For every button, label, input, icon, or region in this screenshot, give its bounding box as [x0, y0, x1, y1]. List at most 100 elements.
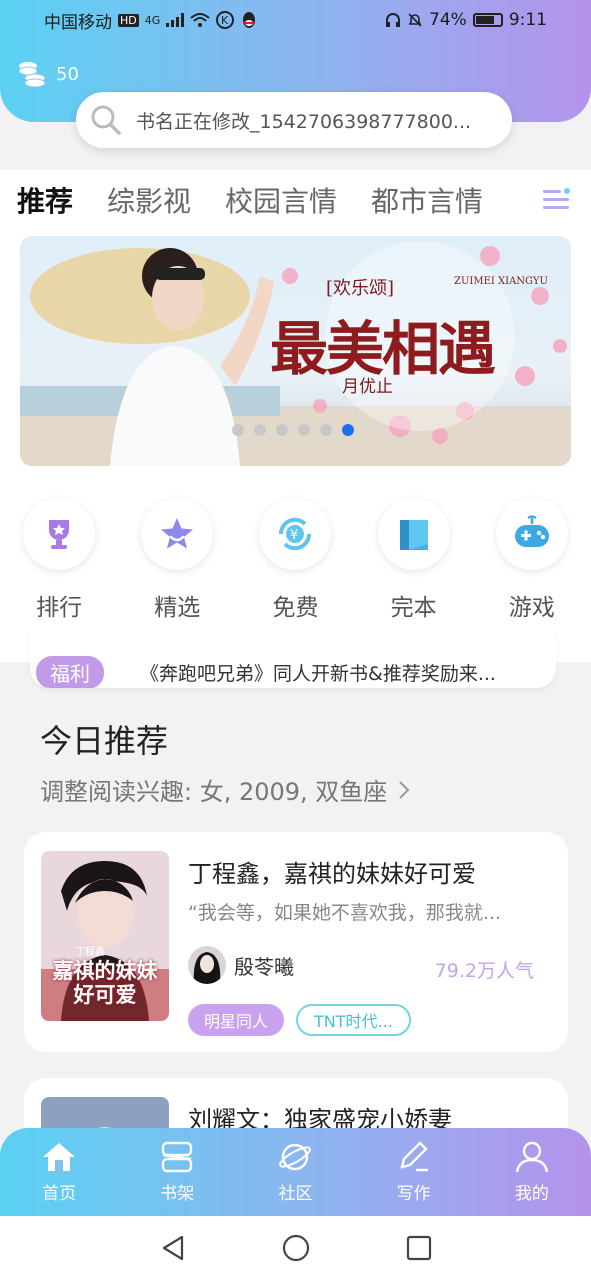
- status-bar: 中国移动 HD 4G K 74% 9:11: [0, 0, 591, 40]
- notice-ticker[interactable]: 福利 福利 《奔跑吧兄弟》同人开新书&推荐奖励来...: [30, 628, 556, 688]
- coin-count: 50: [56, 63, 79, 85]
- tag-tnt[interactable]: TNT时代...: [296, 1004, 411, 1036]
- back-icon[interactable]: [160, 1234, 186, 1262]
- free-icon-circle: ¥: [259, 498, 332, 570]
- nav-profile[interactable]: 我的: [473, 1128, 591, 1216]
- coins-icon: [18, 62, 46, 88]
- notice-tag: 福利: [36, 656, 104, 688]
- avatar: [188, 946, 226, 984]
- book-icon: [399, 520, 428, 550]
- category-featured[interactable]: 精选: [118, 498, 236, 622]
- section-title: 今日推荐: [40, 722, 169, 760]
- author-name: 殷苓曦: [234, 954, 294, 979]
- nav-bookshelf[interactable]: 书架: [118, 1128, 236, 1216]
- home-icon: [43, 1142, 76, 1171]
- free-icon: ¥: [279, 517, 312, 551]
- nav-label: 首页: [42, 1183, 77, 1204]
- nav-label: 我的: [514, 1183, 549, 1204]
- community-icon: [279, 1143, 312, 1170]
- popularity-count: 79.2万人气: [434, 960, 534, 982]
- carousel-indicator: [232, 424, 354, 436]
- home-button-icon[interactable]: [282, 1234, 310, 1262]
- carousel-dot[interactable]: [276, 424, 288, 436]
- bookshelf-icon: [162, 1141, 193, 1172]
- notice-text: 《奔跑吧兄弟》同人开新书&推荐奖励来...: [140, 663, 496, 685]
- search-input[interactable]: 书名正在修改_1542706398777800...: [136, 107, 498, 134]
- ranking-icon-circle: [23, 498, 96, 570]
- notice-row: 福利 《奔跑吧兄弟》同人开新书&推荐奖励来...: [36, 656, 496, 688]
- quick-categories: 排行 精选 ¥ 免费 完本 游戏: [0, 498, 591, 622]
- svg-text:¥: ¥: [290, 528, 298, 543]
- book-card[interactable]: 丁程鑫 嘉祺的妹妹好可爱 丁程鑫，嘉祺的妹妹好可爱 “我会等，如果她不喜欢我，那…: [24, 832, 568, 1052]
- signal-icon: [166, 13, 185, 27]
- headphones-icon: [386, 13, 401, 27]
- nav-label: 写作: [396, 1183, 431, 1204]
- carousel-dot[interactable]: [298, 424, 310, 436]
- hd-badge: HD: [118, 13, 139, 27]
- category-completed[interactable]: 完本: [355, 498, 473, 622]
- carousel-dot-active[interactable]: [342, 424, 354, 436]
- carousel-dot[interactable]: [254, 424, 266, 436]
- cover-author-name: 丁程鑫: [75, 947, 105, 958]
- nav-write[interactable]: 写作: [355, 1128, 473, 1216]
- category-games[interactable]: 游戏: [473, 498, 591, 622]
- author-row[interactable]: 殷苓曦: [188, 946, 294, 984]
- carousel-dot[interactable]: [320, 424, 332, 436]
- battery-icon: [472, 13, 503, 27]
- avatar-image: [188, 946, 226, 984]
- tab-urban-romance[interactable]: 都市言情: [371, 180, 483, 220]
- category-label: 完本: [390, 595, 437, 621]
- system-navigation: [0, 1216, 591, 1280]
- trophy-icon: [49, 520, 70, 549]
- tab-campus-romance[interactable]: 校园言情: [225, 180, 337, 220]
- tab-recommend[interactable]: 推荐: [17, 180, 73, 236]
- notice-row-prev: 福利: [36, 628, 104, 647]
- search-bar[interactable]: 书名正在修改_1542706398777800...: [76, 92, 512, 148]
- nav-label: 书架: [160, 1183, 195, 1204]
- tag-celebrity-fanfic[interactable]: 明星同人: [188, 1004, 285, 1036]
- nav-home[interactable]: 首页: [0, 1128, 118, 1216]
- status-left: 中国移动 HD 4G K: [44, 8, 258, 33]
- category-ranking[interactable]: 排行: [0, 498, 118, 622]
- reading-interest-link[interactable]: 调整阅读兴趣: 女, 2009, 双鱼座: [40, 772, 411, 807]
- svg-text:K: K: [221, 14, 229, 27]
- banner-brand: ZUIMEI XIANGYU: [454, 276, 548, 287]
- menu-icon: [543, 188, 570, 209]
- banner-author: 月优止: [342, 377, 393, 397]
- mute-bell-icon: [408, 13, 422, 27]
- category-label: 免费: [272, 595, 319, 621]
- qq-icon: [243, 12, 256, 28]
- network-label: 4G: [144, 13, 161, 27]
- category-label: 排行: [36, 595, 83, 621]
- category-label: 游戏: [508, 595, 555, 621]
- search-icon: [91, 105, 121, 135]
- nav-label: 社区: [278, 1183, 313, 1204]
- cover-title: 嘉祺的妹妹好可爱: [52, 958, 158, 1007]
- carousel-dot[interactable]: [232, 424, 244, 436]
- k-app-icon: K: [216, 11, 235, 29]
- chevron-right-icon: [399, 780, 410, 799]
- book-description: “我会等，如果她不喜欢我，那我就...: [188, 902, 501, 924]
- nav-community[interactable]: 社区: [236, 1128, 354, 1216]
- recents-icon[interactable]: [406, 1235, 432, 1261]
- write-icon: [400, 1140, 428, 1171]
- bottom-navigation: 首页 书架 社区 写作 我的: [0, 1128, 591, 1216]
- book-tags: 明星同人 TNT时代...: [188, 1004, 411, 1036]
- category-tabs: 推荐 综影视 校园言情 都市言情: [0, 170, 591, 236]
- gamepad-icon: [514, 515, 549, 547]
- banner-series: [欢乐颂]: [326, 278, 395, 299]
- app-screen: 中国移动 HD 4G K 74% 9:11 50 书名正在修改_15427063…: [0, 0, 591, 1280]
- star-icon: [161, 518, 194, 549]
- category-free[interactable]: ¥ 免费: [236, 498, 354, 622]
- carrier-label: 中国移动: [44, 12, 112, 33]
- tab-film-tv[interactable]: 综影视: [107, 180, 191, 220]
- featured-icon-circle: [141, 498, 214, 570]
- book-title: 丁程鑫，嘉祺的妹妹好可爱: [188, 860, 476, 888]
- book-cover: 丁程鑫 嘉祺的妹妹好可爱: [41, 851, 169, 1021]
- games-icon-circle: [495, 498, 568, 570]
- coin-balance[interactable]: 50: [16, 58, 79, 90]
- tab-menu-button[interactable]: [521, 170, 591, 230]
- profile-icon: [515, 1141, 549, 1172]
- category-label: 精选: [154, 595, 201, 621]
- promo-banner[interactable]: [欢乐颂] ZUIMEI XIANGYU 最美相遇 月优止: [20, 236, 571, 466]
